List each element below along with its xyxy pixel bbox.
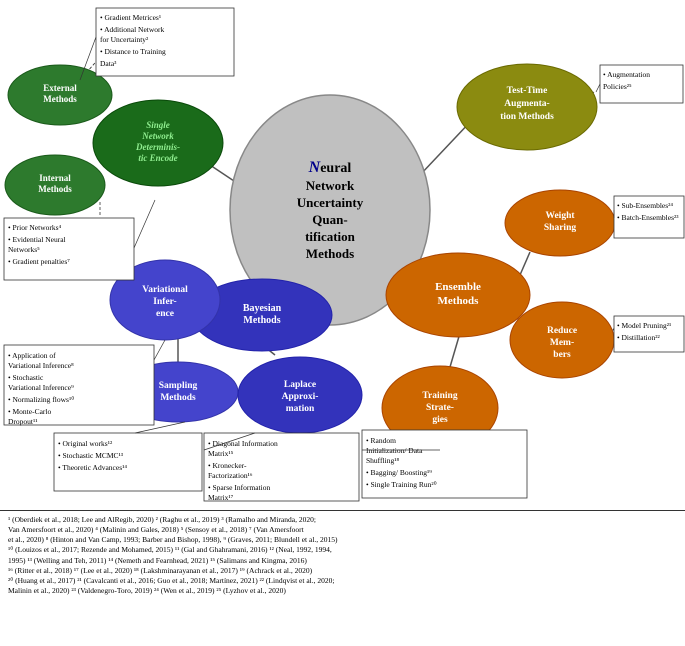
svg-text:mation: mation — [286, 404, 315, 414]
svg-text:• Distance to Training: • Distance to Training — [100, 47, 166, 56]
svg-text:External: External — [43, 83, 77, 93]
svg-text:• Kronecker-: • Kronecker- — [208, 461, 247, 470]
svg-text:for Uncertainty²: for Uncertainty² — [100, 35, 149, 44]
ref-line-2: Van Amersfoort et al., 2020) ⁴ (Malinin … — [8, 525, 304, 534]
svg-text:• Original works¹²: • Original works¹² — [58, 439, 113, 448]
svg-text:Methods: Methods — [38, 184, 72, 194]
svg-text:Networks⁵: Networks⁵ — [8, 245, 40, 254]
ref-line-3: et al., 2020) ⁸ (Hinton and Van Camp, 19… — [8, 535, 338, 544]
svg-text:bers: bers — [553, 350, 571, 360]
diagram-svg: Neural Network Uncertainty Quan- tificat… — [0, 0, 685, 510]
svg-text:Variational Inference⁹: Variational Inference⁹ — [8, 383, 74, 392]
svg-text:Neural: Neural — [308, 159, 352, 176]
svg-text:Policies²⁵: Policies²⁵ — [603, 82, 632, 91]
svg-text:Network: Network — [141, 131, 174, 141]
svg-text:Weight: Weight — [545, 211, 575, 221]
svg-text:Sampling: Sampling — [159, 381, 198, 391]
svg-text:• Bagging/ Boosting¹⁹: • Bagging/ Boosting¹⁹ — [366, 468, 432, 477]
svg-text:• Distillation²²: • Distillation²² — [617, 333, 660, 342]
svg-text:Uncertainty: Uncertainty — [297, 195, 364, 210]
ref-line-7: ²⁰ (Huang et al., 2017) ²¹ (Cavalcanti e… — [8, 576, 334, 585]
svg-text:• Model Pruning²¹: • Model Pruning²¹ — [617, 321, 671, 330]
svg-text:• Normalizing flows¹⁰: • Normalizing flows¹⁰ — [8, 395, 74, 404]
svg-text:Test-Time: Test-Time — [507, 86, 548, 96]
svg-text:gies: gies — [432, 415, 448, 425]
svg-text:Reduce: Reduce — [547, 326, 577, 336]
references-text: ¹ (Oberdiek et al., 2018; Lee and AlRegi… — [8, 515, 677, 596]
svg-text:Laplace: Laplace — [284, 380, 316, 390]
svg-text:tic Encode: tic Encode — [138, 153, 177, 163]
svg-text:• Sparse Information: • Sparse Information — [208, 483, 270, 492]
references-area: ¹ (Oberdiek et al., 2018; Lee and AlRegi… — [0, 510, 685, 646]
svg-text:Augmenta-: Augmenta- — [504, 99, 549, 109]
svg-text:tion Methods: tion Methods — [500, 112, 554, 122]
svg-text:Ensemble: Ensemble — [435, 281, 481, 293]
svg-text:• Gradient Metrices¹: • Gradient Metrices¹ — [100, 13, 161, 22]
svg-text:Training: Training — [422, 391, 457, 401]
svg-text:• Additional Network: • Additional Network — [100, 25, 165, 34]
ref-line-6: ¹⁶ (Ritter et al., 2018) ¹⁷ (Lee et al.,… — [8, 566, 312, 575]
svg-text:Matrix¹⁷: Matrix¹⁷ — [208, 493, 234, 502]
ref-line-4: ¹⁰ (Louizos et al., 2017; Rezende and Mo… — [8, 545, 332, 554]
svg-text:Variational Inference⁸: Variational Inference⁸ — [8, 361, 74, 370]
svg-text:• Prior Networks⁴: • Prior Networks⁴ — [8, 223, 62, 232]
svg-text:• Evidential Neural: • Evidential Neural — [8, 235, 66, 244]
svg-text:Single: Single — [146, 120, 170, 130]
svg-text:• Monte-Carlo: • Monte-Carlo — [8, 407, 51, 416]
svg-text:Factorization¹⁶: Factorization¹⁶ — [208, 471, 253, 480]
svg-text:Data³: Data³ — [100, 59, 117, 68]
svg-text:ence: ence — [156, 309, 174, 319]
svg-text:Matrix¹⁵: Matrix¹⁵ — [208, 449, 234, 458]
svg-text:• Gradient penalties⁷: • Gradient penalties⁷ — [8, 257, 70, 266]
svg-text:Shuffling¹⁸: Shuffling¹⁸ — [366, 456, 399, 465]
ref-line-8: Malinin et al., 2020) ²³ (Valdenegro-Tor… — [8, 586, 286, 595]
svg-text:Dropout¹¹: Dropout¹¹ — [8, 417, 38, 426]
svg-text:Network: Network — [306, 178, 355, 193]
svg-text:• Single Training Run²⁰: • Single Training Run²⁰ — [366, 480, 437, 489]
svg-text:tification: tification — [305, 229, 356, 244]
svg-text:• Stochastic MCMC¹³: • Stochastic MCMC¹³ — [58, 451, 124, 460]
svg-text:Infer-: Infer- — [153, 297, 176, 307]
ref-line-5: 1995) ¹³ (Welling and Teh, 2011) ¹⁴ (Nem… — [8, 556, 307, 565]
svg-text:Methods: Methods — [243, 315, 280, 326]
svg-text:• Theoretic Advances¹⁴: • Theoretic Advances¹⁴ — [58, 463, 127, 472]
svg-text:Initialization/ Data: Initialization/ Data — [366, 446, 423, 455]
svg-text:Methods: Methods — [160, 393, 196, 403]
svg-text:• Augmentation: • Augmentation — [603, 70, 650, 79]
svg-text:Variational: Variational — [142, 285, 188, 295]
svg-text:Internal: Internal — [39, 173, 71, 183]
svg-text:• Sub-Ensembles²⁴: • Sub-Ensembles²⁴ — [617, 201, 673, 210]
svg-text:• Stochastic: • Stochastic — [8, 373, 44, 382]
svg-text:• Random: • Random — [366, 436, 396, 445]
diagram-area: Neural Network Uncertainty Quan- tificat… — [0, 0, 685, 510]
svg-text:• Application of: • Application of — [8, 351, 56, 360]
svg-text:Quan-: Quan- — [312, 212, 347, 227]
svg-text:Approxi-: Approxi- — [282, 392, 319, 402]
svg-text:Strate-: Strate- — [426, 403, 454, 413]
svg-text:Mem-: Mem- — [550, 338, 574, 348]
svg-text:Sharing: Sharing — [544, 223, 576, 233]
svg-text:Methods: Methods — [306, 246, 354, 261]
ref-line-1: ¹ (Oberdiek et al., 2018; Lee and AlRegi… — [8, 515, 316, 524]
svg-text:• Batch-Ensembles²³: • Batch-Ensembles²³ — [617, 213, 679, 222]
svg-text:Methods: Methods — [43, 94, 77, 104]
svg-text:Determinis-: Determinis- — [135, 142, 180, 152]
svg-text:Methods: Methods — [438, 295, 480, 307]
svg-text:Bayesian: Bayesian — [243, 303, 282, 314]
svg-text:• Diagonal Information: • Diagonal Information — [208, 439, 278, 448]
